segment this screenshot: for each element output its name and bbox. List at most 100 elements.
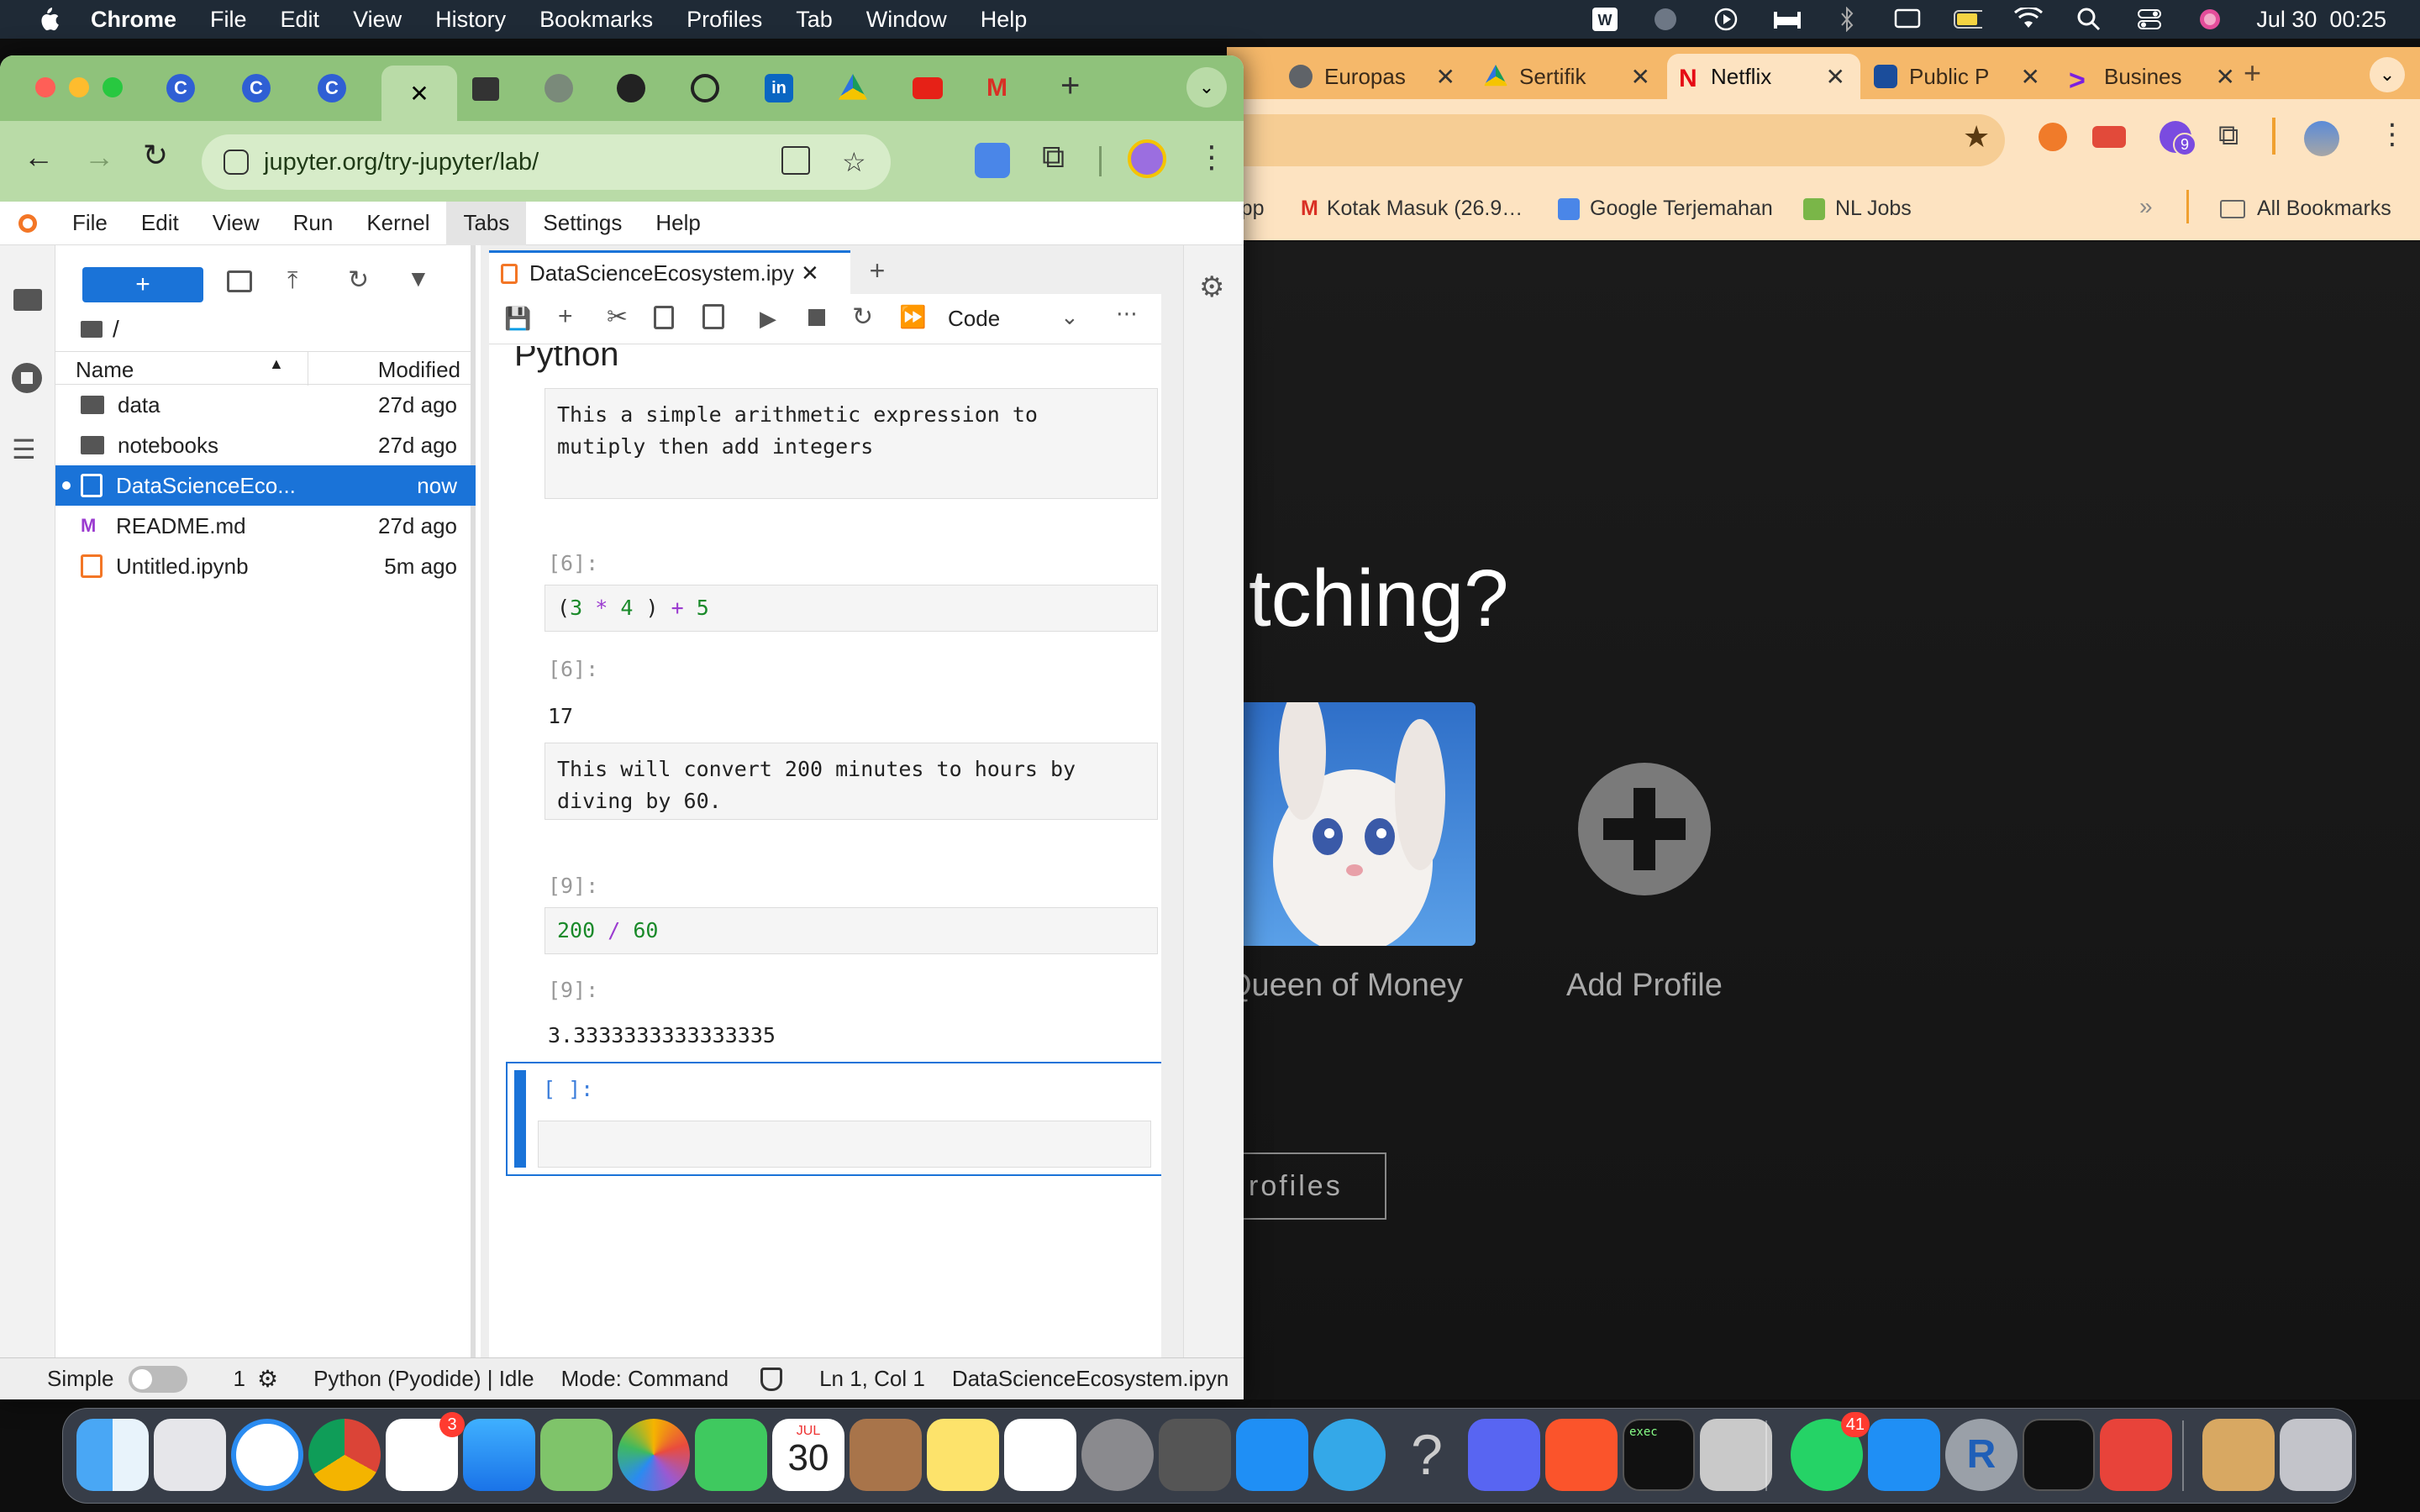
more-menu-icon[interactable]: ⋮ bbox=[2378, 118, 2407, 151]
close-icon[interactable]: ✕ bbox=[2021, 63, 2040, 91]
calendar-icon[interactable]: JUL 30 bbox=[772, 1419, 844, 1491]
chevron-down-icon[interactable]: ⌄ bbox=[1060, 304, 1079, 330]
cell-type-select[interactable]: Code bbox=[948, 306, 1000, 332]
apple-icon[interactable] bbox=[35, 6, 60, 33]
menu-run[interactable]: Run bbox=[276, 202, 350, 245]
close-icon[interactable]: ✕ bbox=[1631, 63, 1650, 91]
wifi-icon[interactable] bbox=[2014, 7, 2044, 32]
menu-edit[interactable]: Edit bbox=[281, 7, 320, 33]
upload-icon[interactable]: ⤒ bbox=[287, 267, 297, 295]
menubar-clock[interactable]: Jul 30 00:25 bbox=[2256, 7, 2386, 33]
new-launcher-button[interactable]: + bbox=[82, 267, 203, 302]
menu-tab[interactable]: Tab bbox=[796, 7, 833, 33]
mail-icon[interactable] bbox=[463, 1419, 535, 1491]
brave-icon[interactable] bbox=[1545, 1419, 1618, 1491]
google-drive-icon[interactable] bbox=[839, 74, 867, 100]
puzzle-extensions-icon[interactable]: ⧉ bbox=[2218, 119, 2238, 152]
archive-utility-icon[interactable] bbox=[2202, 1419, 2275, 1491]
table-of-contents-icon[interactable]: ☰ bbox=[12, 433, 36, 465]
file-row-selected[interactable]: DataScienceEco... now bbox=[55, 465, 476, 506]
coursera-icon[interactable]: C bbox=[242, 74, 271, 102]
bookmark-translate[interactable]: Google Terjemahan bbox=[1558, 197, 1773, 221]
facetime-icon[interactable] bbox=[695, 1419, 767, 1491]
menu-bookmarks[interactable]: Bookmarks bbox=[539, 7, 653, 33]
running-sessions-icon[interactable] bbox=[12, 363, 42, 393]
coursera-icon[interactable]: C bbox=[166, 74, 195, 102]
more-options-icon[interactable]: ⋯ bbox=[1116, 301, 1138, 327]
kernel-status[interactable]: Python (Pyodide) | Idle bbox=[313, 1366, 534, 1392]
app-store-icon[interactable] bbox=[1236, 1419, 1308, 1491]
forward-arrow-icon[interactable]: → bbox=[84, 139, 114, 175]
window-zoom-button[interactable] bbox=[103, 77, 123, 97]
folder-icon[interactable] bbox=[472, 77, 499, 101]
filter-icon[interactable]: ▼ bbox=[407, 265, 430, 292]
new-tab-button[interactable]: + bbox=[857, 250, 897, 291]
file-row[interactable]: M README.md 27d ago bbox=[55, 506, 476, 546]
profile-avatar[interactable] bbox=[1128, 139, 1166, 178]
vpn-globe-icon[interactable] bbox=[1651, 7, 1680, 32]
file-row[interactable]: data 27d ago bbox=[55, 385, 476, 425]
close-icon[interactable]: ✕ bbox=[2216, 63, 2235, 91]
extension-icon[interactable] bbox=[2039, 123, 2067, 151]
add-profile-label[interactable]: Add Profile bbox=[1566, 968, 1723, 1004]
more-bookmarks-icon[interactable]: » bbox=[2139, 193, 2153, 220]
whatsapp-icon[interactable]: 41 bbox=[1791, 1412, 1870, 1491]
kernel-settings-icon[interactable]: ⚙ bbox=[257, 1365, 278, 1393]
screenshot-icon[interactable] bbox=[1159, 1419, 1231, 1491]
markdown-cell[interactable]: This a simple arithmetic expression to m… bbox=[544, 388, 1158, 499]
bookmark-star-icon[interactable]: ☆ bbox=[842, 146, 866, 178]
chevron-down-icon[interactable]: ⌄ bbox=[1186, 67, 1227, 108]
restart-kernel-icon[interactable]: ↻ bbox=[852, 302, 873, 332]
bg-address-bar[interactable] bbox=[1227, 114, 2005, 166]
bg-tab-business[interactable]: > Busines ✕ bbox=[2057, 54, 2250, 99]
safari-icon[interactable] bbox=[231, 1419, 303, 1491]
menu-view[interactable]: View bbox=[353, 7, 402, 33]
file-browser-icon[interactable] bbox=[13, 289, 42, 311]
cut-icon[interactable]: ✂ bbox=[607, 302, 628, 332]
terminal-icon[interactable] bbox=[2023, 1419, 2095, 1491]
linkedin-icon[interactable]: in bbox=[765, 74, 793, 102]
contacts-icon[interactable] bbox=[850, 1419, 922, 1491]
coursera-icon[interactable]: C bbox=[318, 74, 346, 102]
media-play-icon[interactable] bbox=[1712, 7, 1740, 32]
active-tab-close[interactable]: ✕ bbox=[381, 66, 457, 121]
finder-icon[interactable] bbox=[76, 1419, 149, 1491]
file-row[interactable]: Untitled.ipynb 5m ago bbox=[55, 546, 476, 586]
column-modified[interactable]: Modified bbox=[378, 357, 460, 383]
app-menu-chrome[interactable]: Chrome bbox=[91, 7, 176, 33]
bookmark-star-icon[interactable]: ★ bbox=[1963, 119, 1990, 155]
menu-help[interactable]: Help bbox=[981, 7, 1028, 33]
bookmark-gmail[interactable]: M Kotak Masuk (26.9… bbox=[1301, 197, 1523, 221]
spotlight-search-icon[interactable] bbox=[2075, 7, 2103, 32]
profile-avatar[interactable] bbox=[2304, 121, 2339, 156]
control-center-icon[interactable] bbox=[2135, 7, 2164, 32]
property-inspector-icon[interactable]: ⚙ bbox=[1199, 270, 1224, 304]
menu-help[interactable]: Help bbox=[639, 202, 717, 245]
puzzle-extensions-icon[interactable]: ⧉ bbox=[1042, 139, 1065, 176]
back-arrow-icon[interactable]: ← bbox=[24, 139, 54, 175]
copy-icon[interactable] bbox=[654, 306, 674, 329]
menu-file[interactable]: File bbox=[55, 202, 124, 245]
bluetooth-off-icon[interactable] bbox=[1833, 7, 1861, 32]
google-translate-icon[interactable] bbox=[975, 143, 1010, 178]
new-folder-icon[interactable] bbox=[227, 270, 252, 292]
save-icon[interactable]: 💾 bbox=[504, 306, 531, 332]
more-menu-icon[interactable]: ⋮ bbox=[1197, 139, 1227, 175]
close-icon[interactable]: ✕ bbox=[1436, 63, 1455, 91]
wps-office-icon[interactable] bbox=[2100, 1419, 2172, 1491]
notes-icon[interactable] bbox=[927, 1419, 999, 1491]
sort-ascending-icon[interactable]: ▲ bbox=[269, 355, 284, 373]
bg-tab-europass[interactable]: Europas ✕ bbox=[1277, 54, 1470, 99]
interrupt-kernel-icon[interactable] bbox=[808, 309, 825, 326]
menu-edit[interactable]: Edit bbox=[124, 202, 196, 245]
trash-icon[interactable] bbox=[2280, 1419, 2352, 1491]
reload-icon[interactable]: ↻ bbox=[143, 138, 168, 173]
menu-view[interactable]: View bbox=[196, 202, 276, 245]
window-close-button[interactable] bbox=[35, 77, 55, 97]
vscode-icon[interactable] bbox=[1868, 1419, 1940, 1491]
insert-cell-icon[interactable]: + bbox=[558, 302, 573, 331]
manage-profiles-button[interactable]: rofiles bbox=[1227, 1152, 1386, 1220]
profile-name[interactable]: Queen of Money bbox=[1227, 968, 1463, 1004]
close-icon[interactable]: ✕ bbox=[1826, 63, 1845, 91]
system-settings-icon[interactable] bbox=[1081, 1419, 1154, 1491]
